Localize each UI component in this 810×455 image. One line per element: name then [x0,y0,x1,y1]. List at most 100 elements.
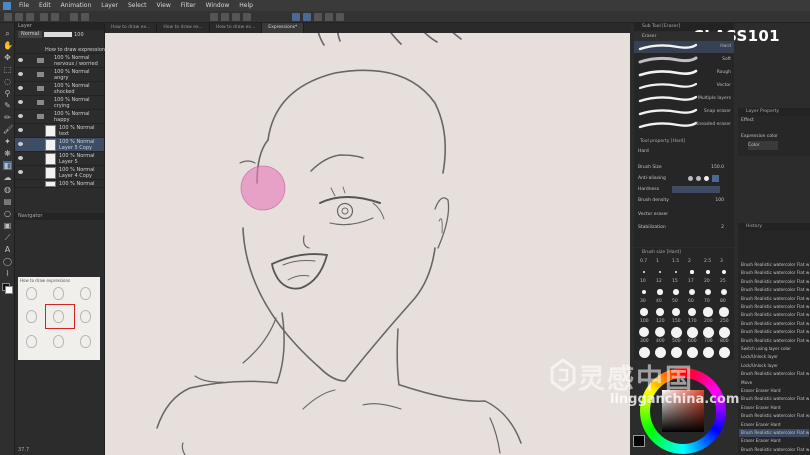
snap-grid-icon[interactable] [314,13,322,21]
gradient-icon[interactable]: ▤ [3,197,12,206]
snap-special-ruler-icon[interactable] [303,13,311,21]
sub-tool-rough[interactable]: Rough [634,67,734,79]
navigator-view-frame[interactable] [45,304,75,329]
brush-size-preset[interactable] [673,289,679,295]
hand-icon[interactable]: ✋ [3,41,13,50]
text-icon[interactable]: A [3,245,12,254]
sub-tool-multiple-layers[interactable]: Multiple layers [634,93,734,105]
menu-view[interactable]: View [152,2,176,9]
layer-row[interactable]: 100 % Normal Layer 4 Copy [15,166,104,180]
menu-window[interactable]: Window [201,2,235,9]
doc-tab[interactable]: How to draw ex... [157,23,210,33]
brush-size-preset[interactable] [718,326,730,338]
history-item[interactable]: Brush Realistic watercolor Flat wate... [739,303,809,311]
visibility-eye-icon[interactable] [18,72,23,76]
sub-tool-vector[interactable]: Vector [634,80,734,92]
brush-icon[interactable]: 🖌 [3,125,13,134]
history-item[interactable]: Lock/Unlock layer [739,353,809,361]
history-item[interactable]: Move [739,379,809,387]
brush-size-preset[interactable] [640,308,648,316]
navigator-preview[interactable]: How to draw expressions [18,277,100,360]
anti-aliasing-row[interactable]: Anti-aliasing [638,174,730,183]
layer-row[interactable]: 100 % Normal Layer 5 [15,152,104,166]
fill-bucket-icon[interactable]: ◍ [3,185,12,194]
expression-color-select[interactable]: Color [748,141,778,150]
correct-line-icon[interactable]: ⌇ [3,269,12,278]
pencil-icon[interactable]: ✏ [3,113,12,122]
brush-size-preset[interactable] [706,270,710,274]
history-item[interactable]: Brush Realistic watercolor Flat wate... [739,328,809,336]
deselect-icon[interactable] [210,13,218,21]
visibility-eye-icon[interactable] [18,156,23,160]
figure-icon[interactable]: ○ [3,209,12,218]
blend-icon[interactable]: ☁ [3,173,12,182]
history-item[interactable]: Brush Realistic watercolor Flat wate... [739,412,809,420]
history-item[interactable]: Brush Realistic watercolor Flat wate... [739,337,809,345]
history-item[interactable]: Brush Realistic watercolor Flat wate... [739,446,809,454]
undo-icon[interactable] [40,13,48,21]
snap-toggle-icon[interactable] [336,13,344,21]
layer-row[interactable]: 100 % Normal happy [15,110,104,124]
history-item[interactable]: Lock/Unlock layer [739,362,809,370]
brush-size-preset[interactable] [687,307,697,317]
ruler-icon[interactable]: ⟋ [3,233,12,242]
brush-size-value[interactable]: 150.0 [711,163,724,172]
history-item[interactable]: Brush Realistic watercolor Flat wate... [739,320,809,328]
brush-size-preset[interactable] [643,271,645,273]
brush-size-preset[interactable] [670,326,682,338]
brush-size-preset[interactable] [686,346,698,358]
selection-icon[interactable]: ⬚ [3,65,12,74]
layer-row[interactable]: 100 % Normal [15,180,104,188]
history-item[interactable]: Eraser Eraser Hard [739,421,809,429]
layer-row[interactable]: How to draw expressions [15,46,108,54]
visibility-eye-icon[interactable] [18,114,23,118]
brush-size-preset[interactable] [654,346,666,358]
pen-icon[interactable]: ✎ [3,101,12,110]
aa-option-strong[interactable] [712,175,719,182]
current-color-swatch[interactable] [633,435,645,447]
new-file-icon[interactable] [4,13,12,21]
doc-tab[interactable]: How to draw ex... [105,23,158,33]
history-item[interactable]: Brush Realistic watercolor Flat wate... [739,370,809,378]
zoom-value[interactable]: 37.7 [18,447,29,453]
transform-icon[interactable] [81,13,89,21]
aa-option-none[interactable] [688,176,693,181]
menu-edit[interactable]: Edit [34,2,56,9]
invert-selection-icon[interactable] [221,13,229,21]
brush-size-preset[interactable] [671,307,681,317]
brush-size-preset[interactable] [703,307,713,317]
frame-icon[interactable]: ▣ [3,221,12,230]
eraser-icon[interactable]: ◧ [3,161,12,170]
history-item[interactable]: Switch using layer color [739,345,809,353]
stabilization-value[interactable]: 2 [721,223,724,232]
menu-select[interactable]: Select [123,2,152,9]
eyedropper-icon[interactable]: ⚲ [3,89,12,98]
visibility-eye-icon[interactable] [18,100,23,104]
visibility-eye-icon[interactable] [18,86,23,90]
history-item[interactable]: Eraser Eraser Hard [739,437,809,445]
brush-size-row[interactable]: Brush Size 150.0 [638,163,730,172]
menu-animation[interactable]: Animation [56,2,97,9]
brush-size-preset[interactable] [674,270,678,274]
blend-mode-select[interactable]: Normal [18,31,43,38]
history-item[interactable]: Brush Realistic watercolor Flat wate... [739,311,809,319]
visibility-eye-icon[interactable] [18,58,23,62]
brush-size-preset[interactable] [670,346,682,358]
history-item[interactable]: Brush Realistic watercolor Flat wate... [739,395,809,403]
brush-size-preset[interactable] [702,326,714,338]
history-item[interactable]: Eraser Eraser Hard [739,387,809,395]
menu-filter[interactable]: Filter [176,2,201,9]
brush-size-preset[interactable] [721,269,727,275]
aa-option-weak[interactable] [696,176,701,181]
menu-help[interactable]: Help [234,2,258,9]
visibility-eye-icon[interactable] [18,170,23,174]
lasso-icon[interactable]: ◌ [3,77,12,86]
history-item[interactable]: Brush Realistic watercolor Flat wate... [739,295,809,303]
sub-tool-hard[interactable]: Hard [634,41,734,53]
history-item[interactable]: Brush Realistic watercolor Flat wate... [739,269,809,277]
move-icon[interactable]: ✥ [3,53,12,62]
brush-size-preset[interactable] [656,308,664,316]
zoom-icon[interactable]: ⌕ [3,29,12,38]
history-item[interactable]: Brush Realistic watercolor Flat wate... [739,278,809,286]
save-icon[interactable] [26,13,34,21]
